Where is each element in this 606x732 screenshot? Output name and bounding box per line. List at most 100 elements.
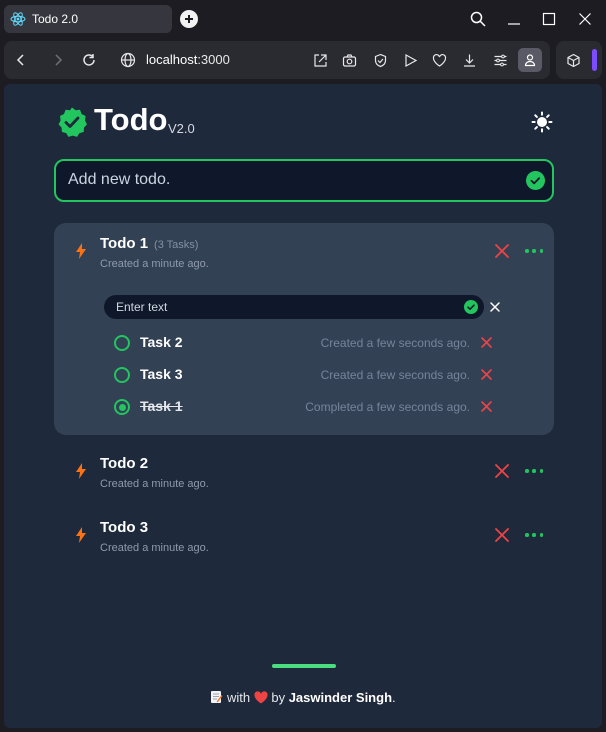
close-window-button[interactable] <box>574 8 596 30</box>
more-options-button[interactable] <box>525 532 543 538</box>
reload-icon <box>83 54 95 66</box>
settings-button[interactable] <box>489 49 511 71</box>
task-item: Task 1 Completed a few seconds ago. <box>114 397 494 417</box>
page-content: Todo V2.0 Todo 1(3 Tasks) Created a minu… <box>4 84 602 728</box>
bolt-icon <box>76 463 86 479</box>
heart-icon <box>432 53 446 67</box>
react-icon <box>10 11 26 27</box>
todo-card[interactable]: Todo 2 Created a minute ago. <box>54 444 554 500</box>
title-bar: Todo 2.0 <box>0 0 606 38</box>
send-button[interactable] <box>399 49 421 71</box>
play-icon <box>404 53 417 67</box>
task-time: Created a few seconds ago. <box>320 336 470 350</box>
site-info-button[interactable] <box>117 49 139 71</box>
task-checkbox[interactable] <box>114 335 130 351</box>
task-name: Task 2 <box>140 334 183 350</box>
minimize-icon <box>508 23 520 25</box>
task-checkbox[interactable] <box>114 399 130 415</box>
globe-icon <box>120 52 136 68</box>
profile-button[interactable] <box>518 48 542 72</box>
sidebar-indicator[interactable] <box>592 49 597 71</box>
browser-toolbar: localhost:3000 <box>4 41 550 79</box>
cube-icon <box>566 53 580 67</box>
task-time: Completed a few seconds ago. <box>305 400 470 414</box>
address-bar[interactable]: localhost:3000 <box>146 52 230 67</box>
add-todo-submit-icon[interactable] <box>526 171 545 190</box>
footer-period: . <box>392 690 396 705</box>
add-task-input[interactable] <box>116 300 446 314</box>
user-icon <box>524 54 536 67</box>
task-count: (3 Tasks) <box>154 239 199 251</box>
task-name: Task 1 <box>140 398 183 414</box>
extensions-button[interactable] <box>562 49 584 71</box>
close-icon <box>579 13 591 25</box>
downloads-button[interactable] <box>458 49 480 71</box>
chevron-left-icon <box>16 54 24 66</box>
app-version: V2.0 <box>168 121 195 136</box>
search-tabs-button[interactable] <box>467 8 489 30</box>
author-link[interactable]: Jaswinder Singh <box>289 690 392 705</box>
new-tab-button[interactable] <box>180 10 198 28</box>
maximize-button[interactable] <box>538 8 560 30</box>
search-icon <box>470 11 486 27</box>
minimize-button[interactable] <box>503 8 525 30</box>
plus-icon <box>185 15 193 23</box>
footer-credit: with by Jaswinder Singh. <box>4 690 602 705</box>
heart-icon <box>254 691 268 704</box>
add-todo-input[interactable] <box>68 171 508 189</box>
task-name: Task 3 <box>140 366 183 382</box>
delete-todo-icon[interactable] <box>494 243 510 259</box>
maximize-icon <box>542 12 556 26</box>
task-checkbox[interactable] <box>114 367 130 383</box>
todo-title: Todo 2 <box>100 455 149 472</box>
task-item: Task 3 Created a few seconds ago. <box>114 365 494 385</box>
add-task-form <box>104 295 484 319</box>
todo-card[interactable]: Todo 1(3 Tasks) Created a minute ago. Ta… <box>54 223 554 435</box>
footer-with: with <box>226 690 251 705</box>
sun-icon <box>531 111 553 133</box>
reload-button[interactable] <box>78 49 100 71</box>
todo-created-time: Created a minute ago. <box>100 542 209 554</box>
shield-button[interactable] <box>369 49 391 71</box>
share-button[interactable] <box>309 49 331 71</box>
todo-title: Todo 3 <box>100 519 149 536</box>
memo-icon <box>211 691 223 703</box>
task-time: Created a few seconds ago. <box>320 368 470 382</box>
todo-created-time: Created a minute ago. <box>100 258 209 270</box>
share-icon <box>313 53 327 67</box>
camera-icon <box>342 53 356 67</box>
browser-tab[interactable]: Todo 2.0 <box>4 5 172 33</box>
bolt-icon <box>76 527 86 543</box>
tab-title: Todo 2.0 <box>32 12 79 26</box>
footer-divider <box>272 664 336 668</box>
favorites-button[interactable] <box>428 49 450 71</box>
back-button[interactable] <box>10 49 32 71</box>
task-item: Task 2 Created a few seconds ago. <box>114 333 494 353</box>
todo-card[interactable]: Todo 3 Created a minute ago. <box>54 508 554 564</box>
delete-task-icon[interactable] <box>480 368 493 381</box>
delete-task-icon[interactable] <box>480 400 493 413</box>
add-todo-form <box>54 159 554 202</box>
add-task-submit-icon[interactable] <box>464 300 478 314</box>
todo-title: Todo 1 (3 Tasks) <box>100 235 199 252</box>
sliders-icon <box>494 54 506 66</box>
verified-check-icon <box>58 107 87 137</box>
bolt-icon <box>76 243 86 259</box>
more-options-button[interactable] <box>525 468 543 474</box>
chevron-right-icon <box>55 54 63 66</box>
delete-todo-icon[interactable] <box>494 527 510 543</box>
app-title: Todo <box>94 102 168 137</box>
more-options-button[interactable] <box>525 248 543 254</box>
close-task-input-icon[interactable] <box>489 301 501 313</box>
shield-icon <box>374 53 386 67</box>
browser-window: Todo 2.0 localhost:3000 Todo V2.0 Add ne… <box>0 0 606 732</box>
extensions-area <box>556 41 602 79</box>
forward-button[interactable] <box>47 49 69 71</box>
theme-toggle-button[interactable] <box>530 110 554 134</box>
delete-task-icon[interactable] <box>480 336 493 349</box>
todo-created-time: Created a minute ago. <box>100 478 209 490</box>
footer-by: by <box>271 690 286 705</box>
screenshot-button[interactable] <box>338 49 360 71</box>
url-host: localhost <box>146 52 198 67</box>
delete-todo-icon[interactable] <box>494 463 510 479</box>
